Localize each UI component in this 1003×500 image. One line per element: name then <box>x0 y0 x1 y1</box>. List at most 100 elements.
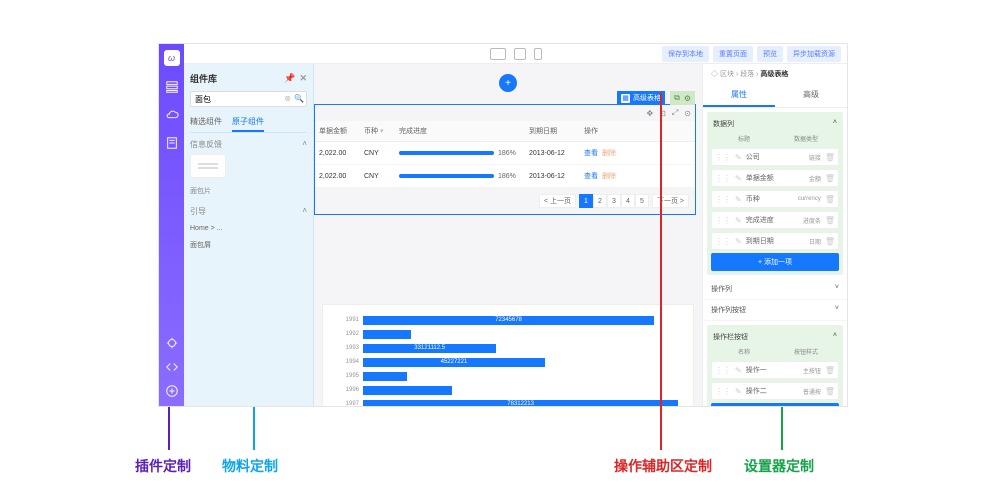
next-page[interactable]: 下一页 > <box>652 194 689 208</box>
desktop-icon[interactable] <box>490 48 506 60</box>
aux-toolbar: ⧉ ⚙ <box>670 91 695 105</box>
tab-advanced[interactable]: 高级 <box>775 84 847 107</box>
callout-material: 物料定制 <box>222 456 278 476</box>
table-row: 2,022.00CNY 186% 2013-06-12 查看删除 <box>315 142 695 165</box>
callout-line <box>168 407 170 450</box>
preview-button[interactable]: 预览 <box>757 46 783 62</box>
pin-icon[interactable]: 📌 <box>284 73 295 84</box>
drag-icon: ⋮⋮ <box>715 366 731 375</box>
async-button[interactable]: 异步加载资源 <box>787 46 841 62</box>
page-number[interactable]: 3 <box>607 194 621 208</box>
add-button[interactable]: + <box>499 74 517 92</box>
logo-icon[interactable]: ω <box>164 50 180 66</box>
add-opbtn[interactable]: + 添加一项 <box>711 403 839 406</box>
section-feedback: 信息反馈 <box>190 139 222 150</box>
add-datacol[interactable]: + 添加一项 <box>711 253 839 271</box>
properties-panel: ◇ 区块 › 段落 › 高级表格 属性 高级 数据列˄ 标题数据类型 ⋮⋮✎公司… <box>702 64 847 406</box>
save-button[interactable]: 保存到本地 <box>662 46 709 62</box>
plus-circle-icon[interactable] <box>165 384 179 398</box>
drag-icon: ⋮⋮ <box>715 174 731 183</box>
tablet-icon[interactable] <box>514 48 526 60</box>
more-icon[interactable]: ⊙ <box>684 109 691 118</box>
guide-item[interactable]: 面包屑 <box>190 236 307 254</box>
reset-button[interactable]: 重置页面 <box>713 46 753 62</box>
canvas: ▦ 高级表格 ⧉ ⚙ ✥ ⊡ ⤢ ⊙ 单据金额 币种 ▾ 完成进度 到期日期 操… <box>314 64 702 406</box>
code-icon[interactable] <box>165 360 179 374</box>
delete-icon: 🗑 <box>825 387 835 396</box>
datacol-row[interactable]: ⋮⋮✎币种currency🗑 <box>711 190 839 208</box>
section-guide: 引导 <box>190 206 206 217</box>
drag-icon: ⋮⋮ <box>715 387 731 396</box>
callout-line <box>781 407 783 450</box>
data-table: 单据金额 币种 ▾ 完成进度 到期日期 操作 2,022.00CNY 186% … <box>315 105 695 214</box>
page-number[interactable]: 1 <box>579 194 593 208</box>
datacol-row[interactable]: ⋮⋮✎完成进度进度条🗑 <box>711 211 839 229</box>
app-frame: ω 保存到本地 重置页面 预览 异步加载资源 组件库 📌 ✕ ⊗🔍 精选组件 原子… <box>158 43 848 407</box>
delete-link[interactable]: 删除 <box>602 150 616 157</box>
group-opcolbtn[interactable]: 操作列按钮˅ <box>703 300 847 321</box>
tab-featured[interactable]: 精选组件 <box>190 113 222 132</box>
drag-icon: ⋮⋮ <box>715 237 731 246</box>
layers-icon[interactable] <box>165 80 179 94</box>
guide-item[interactable]: Home > ... <box>190 221 307 236</box>
delete-icon: 🗑 <box>825 195 835 204</box>
chevron-up-icon[interactable]: ˄ <box>833 332 837 342</box>
tab-props[interactable]: 属性 <box>703 84 775 107</box>
th-progress: 完成进度 <box>395 121 525 141</box>
search-input-wrap: ⊗🔍 <box>190 91 307 107</box>
group-opcol[interactable]: 操作列˅ <box>703 279 847 300</box>
breadcrumb: ◇ 区块 › 段落 › 高级表格 <box>703 64 847 84</box>
selection-tag: ▦ 高级表格 <box>617 91 665 105</box>
callout-setter: 设置器定制 <box>744 456 814 476</box>
copy-icon[interactable]: ⧉ <box>674 93 680 103</box>
edit-icon: ✎ <box>735 216 742 225</box>
top-bar: 保存到本地 重置页面 预览 异步加载资源 <box>184 44 847 64</box>
datacol-row[interactable]: ⋮⋮✎单据金额金额🗑 <box>711 169 839 187</box>
pagination: < 上一页 12345 下一页 > <box>315 188 695 214</box>
page-number[interactable]: 4 <box>621 194 635 208</box>
th-date: 到期日期 <box>525 121 580 141</box>
chevron-down-icon: ˅ <box>835 305 839 315</box>
drag-icon: ⋮⋮ <box>715 216 731 225</box>
selection-label: 高级表格 <box>633 93 661 103</box>
page-number[interactable]: 2 <box>593 194 607 208</box>
opbtn-row[interactable]: ⋮⋮✎操作一主按钮🗑 <box>711 361 839 379</box>
clear-icon[interactable]: ⊗ <box>284 94 291 103</box>
delete-link[interactable]: 删除 <box>602 173 616 180</box>
tab-atomic[interactable]: 原子组件 <box>232 113 264 132</box>
bug-icon[interactable] <box>165 336 179 350</box>
edit-icon: ✎ <box>735 387 742 396</box>
opbar-title: 操作栏按钮 <box>713 332 748 342</box>
table-row: 2,022.00CNY 186% 2013-06-12 查看删除 <box>315 165 695 188</box>
selected-component[interactable]: ▦ 高级表格 ⧉ ⚙ ✥ ⊡ ⤢ ⊙ 单据金额 币种 ▾ 完成进度 到期日期 操… <box>314 104 696 215</box>
opbtn-row[interactable]: ⋮⋮✎操作二普通按🗑 <box>711 382 839 400</box>
cloud-icon[interactable] <box>165 108 179 122</box>
component-library-panel: 组件库 📌✕ ⊗🔍 精选组件 原子组件 信息反馈˄ 面包片 引导˄ Home >… <box>184 64 314 406</box>
delete-icon: 🗑 <box>825 216 835 225</box>
component-card[interactable] <box>190 154 226 178</box>
drag-icon: ⋮⋮ <box>715 153 731 162</box>
doc-icon[interactable] <box>165 136 179 150</box>
expand-icon[interactable]: ⤢ <box>672 108 678 118</box>
view-link[interactable]: 查看 <box>584 150 598 157</box>
chevron-up-icon[interactable]: ˄ <box>302 206 307 217</box>
edit-icon: ✎ <box>735 366 742 375</box>
callout-line <box>253 407 255 450</box>
close-icon[interactable]: ✕ <box>299 73 307 84</box>
page-number[interactable]: 5 <box>635 194 649 208</box>
view-link[interactable]: 查看 <box>584 173 598 180</box>
datacol-row[interactable]: ⋮⋮✎到期日期日期🗑 <box>711 232 839 250</box>
prev-page[interactable]: < 上一页 <box>539 194 576 208</box>
mobile-icon[interactable] <box>534 48 542 60</box>
th-currency: 币种 <box>364 128 378 135</box>
chevron-up-icon[interactable]: ˄ <box>302 139 307 150</box>
move-icon[interactable]: ✥ <box>646 109 653 118</box>
panel-title: 组件库 <box>190 72 217 85</box>
datacol-row[interactable]: ⋮⋮✎公司链接🗑 <box>711 148 839 166</box>
delete-icon: 🗑 <box>825 366 835 375</box>
gear-icon[interactable]: ⚙ <box>684 94 691 103</box>
component-icon: ▦ <box>621 94 630 103</box>
filter-icon[interactable]: ▾ <box>380 128 384 135</box>
search-icon[interactable]: 🔍 <box>294 94 304 103</box>
chevron-up-icon[interactable]: ˄ <box>833 119 837 129</box>
